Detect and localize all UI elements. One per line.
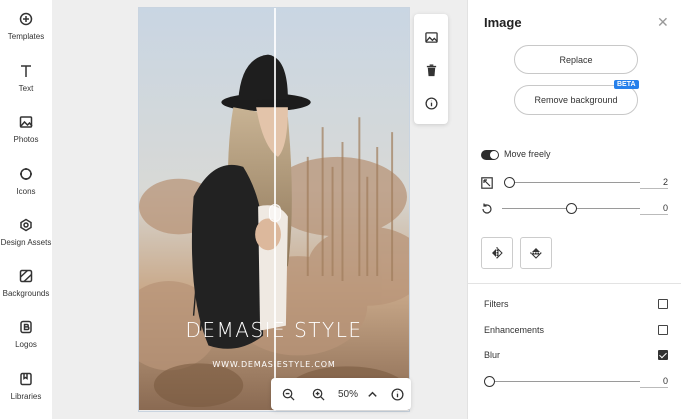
sidebar-item-label: Photos: [13, 135, 39, 144]
panel-title: Image: [484, 15, 522, 30]
left-sidebar: Templates Text Photos Icons Design Asset…: [0, 0, 52, 419]
beta-badge: BETA: [614, 80, 639, 89]
slider-track: [489, 381, 640, 382]
zoom-out-button[interactable]: [277, 378, 299, 410]
resize-handle[interactable]: [269, 204, 281, 222]
blur-checkbox[interactable]: [658, 350, 668, 360]
photos-icon: [19, 116, 33, 128]
sidebar-item-label: Design Assets: [0, 238, 52, 247]
sidebar-item-icons[interactable]: Icons: [0, 167, 52, 196]
flip-vertical-button[interactable]: [520, 237, 552, 269]
app: Templates Text Photos Icons Design Asset…: [0, 0, 681, 419]
close-icon[interactable]: ✕: [657, 14, 669, 31]
enhancements-checkbox[interactable]: [658, 325, 668, 335]
zoom-menu-button[interactable]: [363, 378, 381, 410]
canvas-area: DEMASIE STYLE WWW.DEMASIESTYLE.COM 50%: [52, 0, 467, 419]
sidebar-item-label: Backgrounds: [2, 289, 50, 298]
info-icon: [424, 96, 438, 110]
move-freely-toggle[interactable]: [481, 150, 499, 160]
sidebar-item-text[interactable]: Text: [0, 64, 52, 93]
libraries-icon: [20, 372, 32, 386]
rotate-icon: [482, 203, 492, 214]
zoom-level[interactable]: 50%: [333, 378, 363, 410]
sidebar-item-label: Icons: [16, 187, 36, 196]
scale-value[interactable]: 2: [640, 177, 668, 189]
canvas-info-button[interactable]: [386, 378, 408, 410]
sidebar-item-label: Templates: [7, 32, 45, 41]
slider-thumb[interactable]: [566, 203, 577, 214]
brand-url-text[interactable]: WWW.DEMASIESTYLE.COM: [139, 360, 409, 369]
move-freely-label: Move freely: [504, 149, 551, 159]
blur-slider[interactable]: [484, 376, 640, 388]
brand-title-text[interactable]: DEMASIE STYLE: [139, 318, 409, 342]
divider: [468, 283, 681, 284]
enhancements-label: Enhancements: [484, 325, 545, 335]
sidebar-item-label: Logos: [15, 340, 37, 349]
rotate-slider[interactable]: [502, 203, 640, 215]
replace-image-button[interactable]: [414, 22, 448, 52]
templates-icon: [19, 12, 33, 26]
remove-background-button[interactable]: Remove background: [514, 85, 638, 115]
slider-track: [506, 182, 640, 183]
flip-horizontal-button[interactable]: [481, 237, 513, 269]
flip-vertical-icon: [530, 248, 542, 259]
zoom-in-button[interactable]: [307, 378, 329, 410]
scale-icon: [481, 177, 493, 189]
zoom-out-icon: [282, 388, 295, 401]
sidebar-item-label: Libraries: [10, 392, 42, 401]
zoom-in-icon: [312, 388, 325, 401]
blur-label: Blur: [484, 350, 501, 360]
sidebar-item-logos[interactable]: Logos: [0, 320, 52, 349]
sidebar-item-photos[interactable]: Photos: [0, 115, 52, 144]
filters-label: Filters: [484, 299, 509, 309]
slider-thumb[interactable]: [484, 376, 495, 387]
sidebar-item-libraries[interactable]: Libraries: [0, 372, 52, 401]
icons-icon: [20, 168, 32, 180]
sidebar-item-templates[interactable]: Templates: [0, 12, 52, 41]
flip-horizontal-icon: [492, 247, 503, 259]
sidebar-item-label: Text: [18, 84, 34, 93]
properties-panel: Image ✕ Replace Remove background BETA M…: [467, 0, 681, 419]
info-icon: [390, 387, 404, 401]
filters-checkbox[interactable]: [658, 299, 668, 309]
sidebar-item-backgrounds[interactable]: Backgrounds: [0, 269, 52, 298]
rotate-value[interactable]: 0: [640, 203, 668, 215]
trash-icon: [426, 63, 436, 76]
sidebar-item-design-assets[interactable]: Design Assets: [0, 218, 52, 247]
text-icon: [21, 65, 31, 77]
chevron-up-icon: [367, 391, 377, 397]
replace-button[interactable]: Replace: [514, 45, 638, 74]
artboard[interactable]: DEMASIE STYLE WWW.DEMASIESTYLE.COM: [138, 7, 410, 412]
design-assets-icon: [20, 218, 32, 232]
image-icon: [424, 31, 438, 43]
logos-icon: [20, 320, 32, 334]
blur-value[interactable]: 0: [640, 376, 668, 388]
zoom-toolbar: 50%: [271, 378, 411, 410]
vertical-toolbar: [414, 14, 448, 124]
scale-slider[interactable]: [503, 177, 640, 189]
slider-thumb[interactable]: [503, 177, 515, 188]
info-button[interactable]: [414, 88, 448, 118]
backgrounds-icon: [19, 269, 33, 283]
delete-button[interactable]: [414, 55, 448, 85]
